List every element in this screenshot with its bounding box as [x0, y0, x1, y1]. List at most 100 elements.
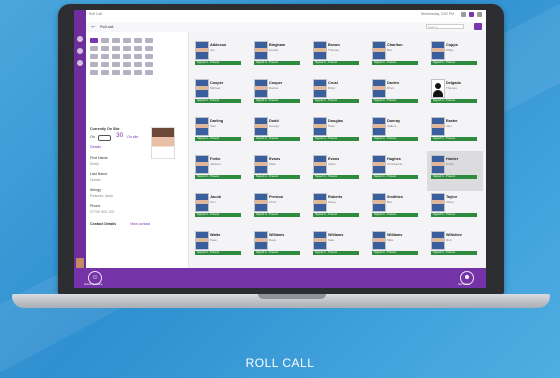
date-cell[interactable] [90, 46, 98, 51]
date-cell[interactable] [134, 54, 142, 59]
student-card[interactable]: Copps Philip Signed in - Present [427, 37, 483, 77]
student-photo [254, 155, 268, 174]
rail-icon[interactable] [77, 60, 83, 66]
student-card[interactable]: Williams Kate Signed in - Present [309, 227, 365, 267]
date-cell[interactable] [134, 38, 142, 43]
status-badge: Signed in - Present [254, 213, 300, 217]
date-cell[interactable] [112, 70, 120, 75]
date-cell[interactable] [134, 62, 142, 67]
student-card[interactable]: Darling Sam Signed in - Present [191, 113, 247, 153]
student-card[interactable]: Davies Rhys Signed in - Present [368, 75, 424, 115]
onsite-toggle[interactable] [98, 135, 111, 141]
student-card[interactable]: Cooper Michael Signed in - Present [191, 75, 247, 115]
date-cell[interactable] [101, 38, 109, 43]
date-cell[interactable] [123, 54, 131, 59]
student-card[interactable]: Atkinson Jon Signed in - Present [191, 37, 247, 77]
student-first-name: Emily [446, 162, 454, 166]
student-last-name: Wiltshire [446, 233, 462, 237]
student-first-name: Thomas [446, 86, 457, 90]
student-last-name: Dodd [269, 119, 279, 123]
date-cell[interactable] [101, 46, 109, 51]
date-cell[interactable] [145, 70, 153, 75]
student-card[interactable]: Delgado Thomas Signed in - Present [427, 75, 483, 115]
student-last-name: Evans [269, 157, 281, 161]
student-card[interactable]: Evans Owen Signed in - Present [309, 151, 365, 191]
student-first-name: Ben [387, 200, 393, 204]
date-cell[interactable] [145, 54, 153, 59]
date-cell[interactable] [123, 62, 131, 67]
student-card[interactable]: Taylor Oliver Signed in - Present [427, 189, 483, 229]
add-visitor-label: Add Visitor [458, 283, 471, 286]
date-cell[interactable] [90, 38, 98, 43]
date-cell[interactable] [90, 70, 98, 75]
student-photo [431, 193, 445, 212]
status-badge: Signed in - Present [313, 213, 359, 217]
student-card[interactable]: Charlton Ben Signed in - Present [368, 37, 424, 77]
date-cell[interactable] [145, 62, 153, 67]
student-first-name: Peter [328, 124, 336, 128]
date-cell[interactable] [101, 62, 109, 67]
date-cell[interactable] [134, 46, 142, 51]
student-card[interactable]: Williams Dave Signed in - Present [250, 227, 306, 267]
student-card[interactable]: Hughes Christopher Signed in - Present [368, 151, 424, 191]
student-photo [254, 231, 268, 250]
student-card[interactable]: Smithies Ben Signed in - Present [368, 189, 424, 229]
student-card[interactable]: Evans Mark Signed in - Present [250, 151, 306, 191]
date-cell[interactable] [112, 54, 120, 59]
date-cell[interactable] [90, 62, 98, 67]
student-card[interactable]: Douglas Peter Signed in - Present [309, 113, 365, 153]
status-badge: Signed in - Present [254, 137, 300, 141]
student-card[interactable]: Roberts Steve Signed in - Present [309, 189, 365, 229]
close-icon[interactable] [477, 12, 482, 17]
user-thumbnail[interactable] [76, 258, 84, 268]
date-cell[interactable] [101, 54, 109, 59]
student-first-name: Kate [328, 238, 335, 242]
rail-icon[interactable] [77, 48, 83, 54]
student-first-name: Mike [387, 238, 394, 242]
date-cell[interactable] [123, 46, 131, 51]
date-cell[interactable] [112, 62, 120, 67]
back-arrow-icon[interactable]: ← [90, 23, 97, 31]
avatar-head [435, 83, 441, 89]
student-photo [313, 231, 327, 250]
search-input[interactable]: Search [426, 24, 464, 29]
date-cell[interactable] [112, 46, 120, 51]
student-card[interactable]: Forbe Jackson Signed in - Present [191, 151, 247, 191]
maximize-icon[interactable] [469, 12, 474, 17]
student-card[interactable]: Brown Thomas Signed in - Present [309, 37, 365, 77]
contact-link[interactable]: View contact [130, 222, 150, 226]
student-card[interactable]: Dodd George Signed in - Present [250, 113, 306, 153]
student-card[interactable]: Cooper Rachel Signed in - Present [250, 75, 306, 115]
rail-icon[interactable] [77, 36, 83, 42]
student-last-name: Crust [328, 81, 338, 85]
date-cell[interactable] [145, 46, 153, 51]
student-photo [195, 79, 209, 98]
student-first-name: Christopher [387, 162, 403, 166]
student-card[interactable]: Williams Mike Signed in - Present [368, 227, 424, 267]
student-card[interactable]: Watts Peter Signed in - Present [191, 227, 247, 267]
filter-button[interactable] [474, 23, 482, 30]
current-label: Currently On Site [90, 127, 120, 131]
date-cell[interactable] [112, 38, 120, 43]
date-cell[interactable] [145, 38, 153, 43]
student-photo [431, 117, 445, 136]
date-cell[interactable] [90, 54, 98, 59]
details-link[interactable]: Details [90, 145, 101, 149]
status-badge: Signed in - Present [195, 99, 241, 103]
student-card[interactable]: Jacob Tom Signed in - Present [191, 189, 247, 229]
student-card[interactable]: Wiltshire Rob Signed in - Present [427, 227, 483, 267]
minimize-icon[interactable] [461, 12, 466, 17]
student-card[interactable]: Bingham Harriet Signed in - Present [250, 37, 306, 77]
date-cell[interactable] [134, 70, 142, 75]
student-card[interactable]: Hunter Emily Signed in - Present [427, 151, 483, 191]
student-last-name: Darling [210, 119, 224, 123]
date-cell[interactable] [123, 38, 131, 43]
student-card[interactable]: Crust Ricky Signed in - Present [309, 75, 365, 115]
field-label: Phone [90, 204, 101, 208]
student-card[interactable]: Easter Alex Signed in - Present [427, 113, 483, 153]
people-icon: ☺ [91, 274, 99, 281]
student-card[interactable]: Dunray Callum Signed in - Present [368, 113, 424, 153]
date-cell[interactable] [123, 70, 131, 75]
student-card[interactable]: Preston Chris Signed in - Present [250, 189, 306, 229]
date-cell[interactable] [101, 70, 109, 75]
